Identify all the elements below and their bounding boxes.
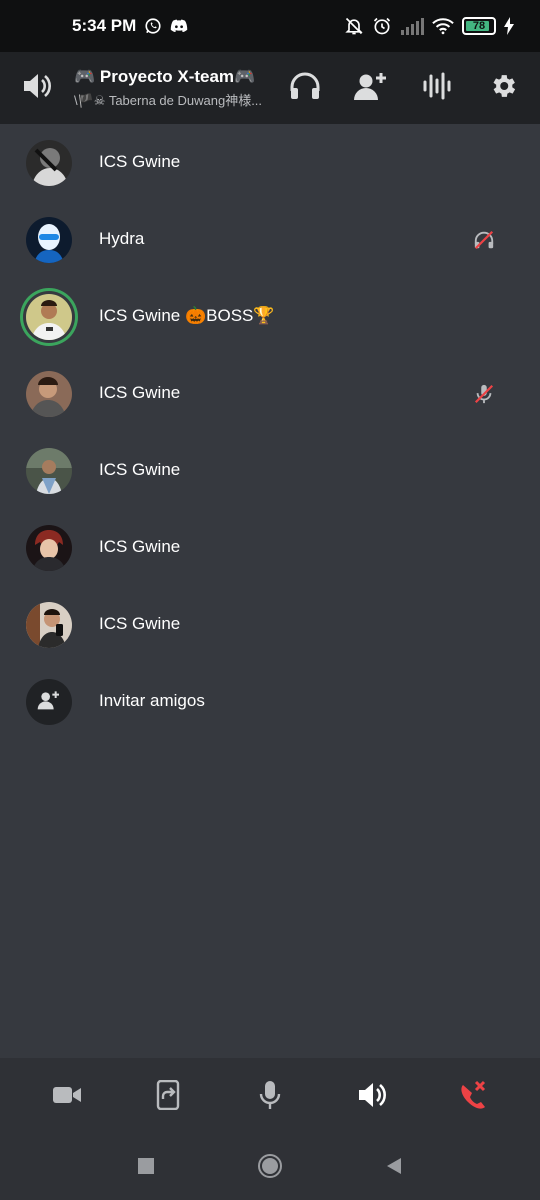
- soundboard-icon: [422, 72, 452, 105]
- back-triangle-icon: [384, 1156, 404, 1181]
- signal-icon: [400, 17, 424, 35]
- add-user-icon: [354, 71, 388, 106]
- speaker-icon: [357, 1081, 387, 1114]
- battery-icon: 78: [462, 17, 496, 35]
- headphones-button[interactable]: [272, 52, 338, 124]
- add-user-icon: [37, 690, 61, 715]
- voice-header: 🎮 Proyecto X-team🎮 \🏴☠ Taberna de Duwang…: [0, 52, 540, 124]
- camera-button[interactable]: [37, 1067, 97, 1127]
- avatar: [26, 217, 72, 263]
- invite-avatar: [26, 679, 72, 725]
- status-right: 78: [344, 16, 514, 36]
- participant-name: ICS Gwine: [99, 383, 181, 402]
- home-button[interactable]: [208, 1136, 332, 1200]
- channel-title: 🎮 Proyecto X-team🎮: [74, 67, 256, 86]
- wifi-icon: [432, 17, 454, 35]
- speaker-output-button[interactable]: [0, 52, 74, 124]
- speaker-icon: [22, 72, 52, 105]
- participant-row[interactable]: ICS Gwine: [0, 586, 540, 663]
- soundboard-button[interactable]: [404, 52, 470, 124]
- gear-icon: [488, 71, 518, 106]
- channel-subtitle: \🏴☠ Taberna de Duwang神様...: [74, 93, 263, 108]
- channel-info[interactable]: 🎮 Proyecto X-team🎮 \🏴☠ Taberna de Duwang…: [74, 67, 272, 109]
- avatar: [26, 294, 72, 340]
- participant-row[interactable]: ICS Gwine: [0, 355, 540, 432]
- alarm-icon: [372, 16, 392, 36]
- battery-percent: 78: [472, 20, 486, 32]
- avatar: [26, 525, 72, 571]
- deafened-icon: [472, 228, 496, 252]
- back-button[interactable]: [332, 1136, 456, 1200]
- discord-icon: [170, 19, 188, 33]
- participant-name: ICS Gwine 🎃BOSS🏆: [99, 306, 275, 325]
- square-icon: [137, 1157, 155, 1180]
- bell-off-icon: [344, 16, 364, 36]
- call-controls: [0, 1058, 540, 1136]
- participant-name: ICS Gwine: [99, 460, 181, 479]
- whatsapp-icon: [144, 17, 162, 35]
- microphone-button[interactable]: [240, 1067, 300, 1127]
- header-actions: [272, 52, 540, 124]
- add-user-button[interactable]: [338, 52, 404, 124]
- participant-row[interactable]: ICS Gwine 🎃BOSS🏆: [0, 278, 540, 355]
- avatar: [26, 371, 72, 417]
- microphone-icon: [259, 1080, 281, 1115]
- status-time: 5:34 PM: [72, 16, 137, 35]
- avatar: [26, 140, 72, 186]
- charging-icon: [504, 17, 514, 35]
- screen-share-icon: [156, 1079, 180, 1115]
- system-nav-bar: [0, 1136, 540, 1200]
- hangup-icon: [457, 1079, 489, 1116]
- participant-row[interactable]: ICS Gwine: [0, 509, 540, 586]
- participant-name: Hydra: [99, 229, 145, 248]
- participant-list: ICS Gwine Hydra ICS Gwine 🎃BOSS🏆 ICS Gwi…: [0, 124, 540, 740]
- screen-share-button[interactable]: [138, 1067, 198, 1127]
- participant-name: ICS Gwine: [99, 614, 181, 633]
- status-bar: 5:34 PM 78: [0, 0, 540, 52]
- participant-row[interactable]: ICS Gwine: [0, 124, 540, 201]
- recents-button[interactable]: [84, 1136, 208, 1200]
- participant-row[interactable]: Hydra: [0, 201, 540, 278]
- hangup-button[interactable]: [443, 1067, 503, 1127]
- participant-row[interactable]: ICS Gwine: [0, 432, 540, 509]
- invite-friends-label: Invitar amigos: [99, 691, 205, 710]
- headphones-icon: [289, 71, 321, 106]
- status-left: 5:34 PM: [72, 16, 188, 36]
- muted-icon: [472, 382, 496, 406]
- participant-name: ICS Gwine: [99, 152, 181, 171]
- camera-icon: [52, 1084, 82, 1111]
- settings-button[interactable]: [470, 52, 536, 124]
- home-circle-icon: [257, 1153, 283, 1184]
- participant-name: ICS Gwine: [99, 537, 181, 556]
- avatar: [26, 448, 72, 494]
- invite-friends-row[interactable]: Invitar amigos: [0, 663, 540, 740]
- speaker-button[interactable]: [342, 1067, 402, 1127]
- avatar: [26, 602, 72, 648]
